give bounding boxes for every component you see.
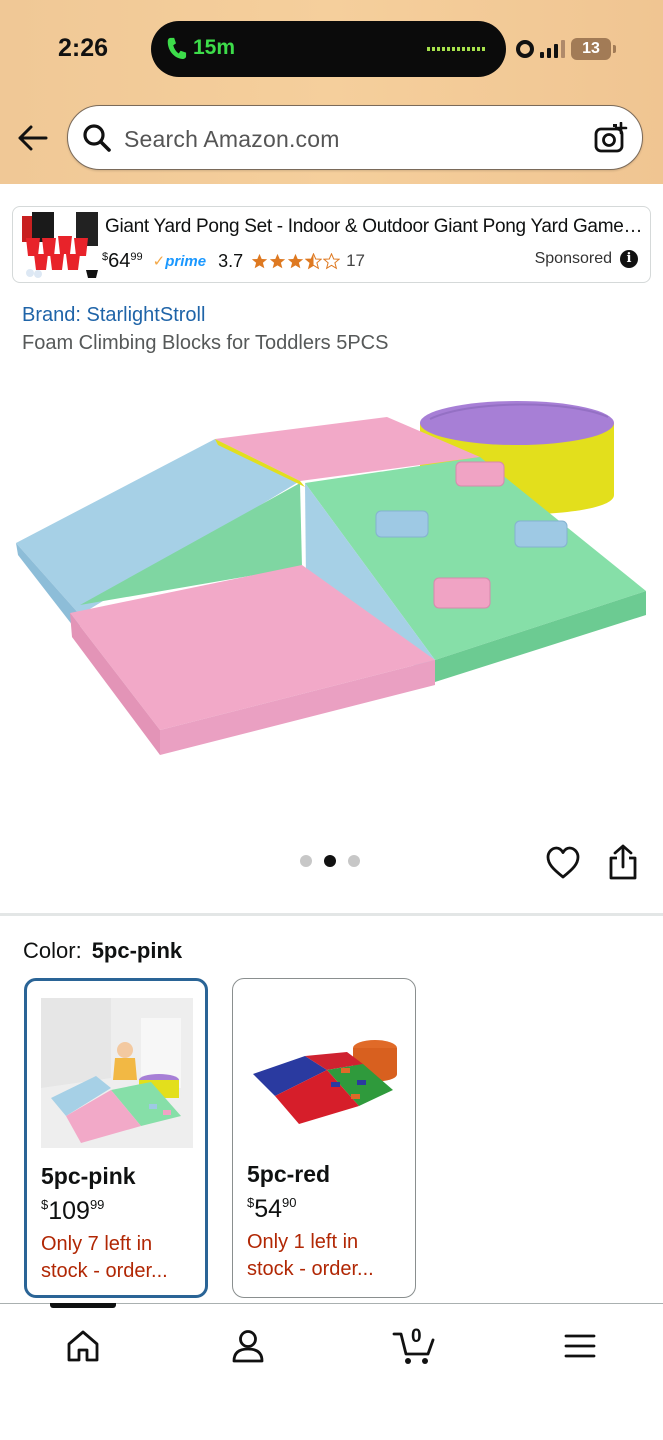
status-icons: 13 xyxy=(516,38,616,60)
dynamic-island[interactable]: 15m xyxy=(151,21,506,77)
recording-indicator-icon xyxy=(516,40,534,58)
search-placeholder: Search Amazon.com xyxy=(124,126,340,152)
swatch-price: $ 54 90 xyxy=(247,1195,297,1224)
star-rating xyxy=(251,252,341,270)
account-icon[interactable] xyxy=(228,1326,268,1366)
product-image[interactable] xyxy=(10,395,653,767)
phone-call-icon xyxy=(167,37,187,59)
cellular-signal-icon xyxy=(540,40,565,58)
heart-icon[interactable] xyxy=(545,845,581,881)
prime-check-icon: ✓ xyxy=(152,253,166,270)
ad-price-whole: 64 xyxy=(108,249,131,272)
ad-price: $ 64 99 xyxy=(102,250,143,273)
swatch-image-red xyxy=(247,996,399,1146)
product-title: Foam Climbing Blocks for Toddlers 5PCS xyxy=(22,332,389,354)
star-empty-icon xyxy=(323,252,341,269)
ad-review-count: 17 xyxy=(346,251,366,270)
search-input[interactable]: Search Amazon.com xyxy=(67,105,643,170)
info-icon[interactable]: i xyxy=(620,250,638,268)
share-icon[interactable] xyxy=(607,843,639,881)
menu-icon[interactable] xyxy=(560,1326,600,1366)
ad-meta-row: $ 64 99 ✓prime 3.7 17 xyxy=(102,249,365,273)
swatch-name: 5pc-pink xyxy=(41,1163,136,1189)
header: 2:26 15m 13 Search Amazon.com xyxy=(0,0,663,184)
swatch-price-currency: $ xyxy=(41,1197,49,1212)
call-timer: 15m xyxy=(193,36,236,59)
swatch-stock-status: Only 7 left in stock - order... xyxy=(41,1233,168,1282)
bottom-navigation-bar xyxy=(0,1303,663,1440)
swatch-price-whole: 54 xyxy=(254,1195,283,1223)
prime-badge: ✓prime xyxy=(153,252,206,270)
image-carousel-dots[interactable] xyxy=(300,855,360,867)
star-half-icon xyxy=(305,252,323,269)
swatch-price-fraction: 90 xyxy=(282,1195,297,1210)
home-icon[interactable] xyxy=(63,1326,103,1366)
color-option-5pc-red[interactable]: 5pc-red $ 54 90 Only 1 left in stock - o… xyxy=(232,978,416,1298)
carousel-dot-active[interactable] xyxy=(324,855,336,867)
camera-lens-icon[interactable] xyxy=(594,122,628,154)
section-divider xyxy=(0,913,663,916)
carousel-dot[interactable] xyxy=(348,855,360,867)
sponsored-ad-banner[interactable]: Giant Yard Pong Set - Indoor & Outdoor G… xyxy=(12,206,651,283)
audio-waveform-icon xyxy=(427,47,487,51)
color-label: Color: xyxy=(23,938,82,963)
swatch-price-currency: $ xyxy=(247,1195,255,1210)
swatch-stock-status: Only 1 left in stock - order... xyxy=(247,1231,374,1280)
color-option-5pc-pink[interactable]: 5pc-pink $ 109 99 Only 7 left in stock -… xyxy=(24,978,208,1298)
status-time: 2:26 xyxy=(58,34,109,62)
brand-link[interactable]: Brand: StarlightStroll xyxy=(22,304,205,327)
cart-count-badge: 0 xyxy=(411,1326,422,1347)
swatch-price: $ 109 99 xyxy=(41,1197,104,1226)
sponsored-text: Sponsored xyxy=(534,250,612,267)
ad-title[interactable]: Giant Yard Pong Set - Indoor & Outdoor G… xyxy=(105,216,645,238)
color-selected-value: 5pc-pink xyxy=(91,938,183,963)
swatch-name: 5pc-red xyxy=(247,1161,331,1187)
battery-icon: 13 xyxy=(571,38,616,60)
active-tab-indicator xyxy=(50,1303,116,1308)
prime-label: prime xyxy=(165,253,207,270)
ad-rating-value: 3.7 xyxy=(218,250,244,271)
sponsored-label[interactable]: Sponsored i xyxy=(535,250,638,268)
ad-price-fraction: 99 xyxy=(130,250,143,263)
swatch-price-whole: 109 xyxy=(48,1197,90,1225)
back-arrow-icon[interactable] xyxy=(16,120,50,156)
swatch-price-fraction: 99 xyxy=(89,1197,105,1212)
ad-product-image xyxy=(22,212,98,278)
star-full-icon xyxy=(269,253,286,268)
star-full-icon xyxy=(251,253,268,268)
color-selector-label: Color: 5pc-pink xyxy=(23,938,182,964)
carousel-dot[interactable] xyxy=(300,855,312,867)
search-icon xyxy=(83,124,111,152)
star-full-icon xyxy=(287,253,304,268)
swatch-image-pink xyxy=(41,998,193,1148)
